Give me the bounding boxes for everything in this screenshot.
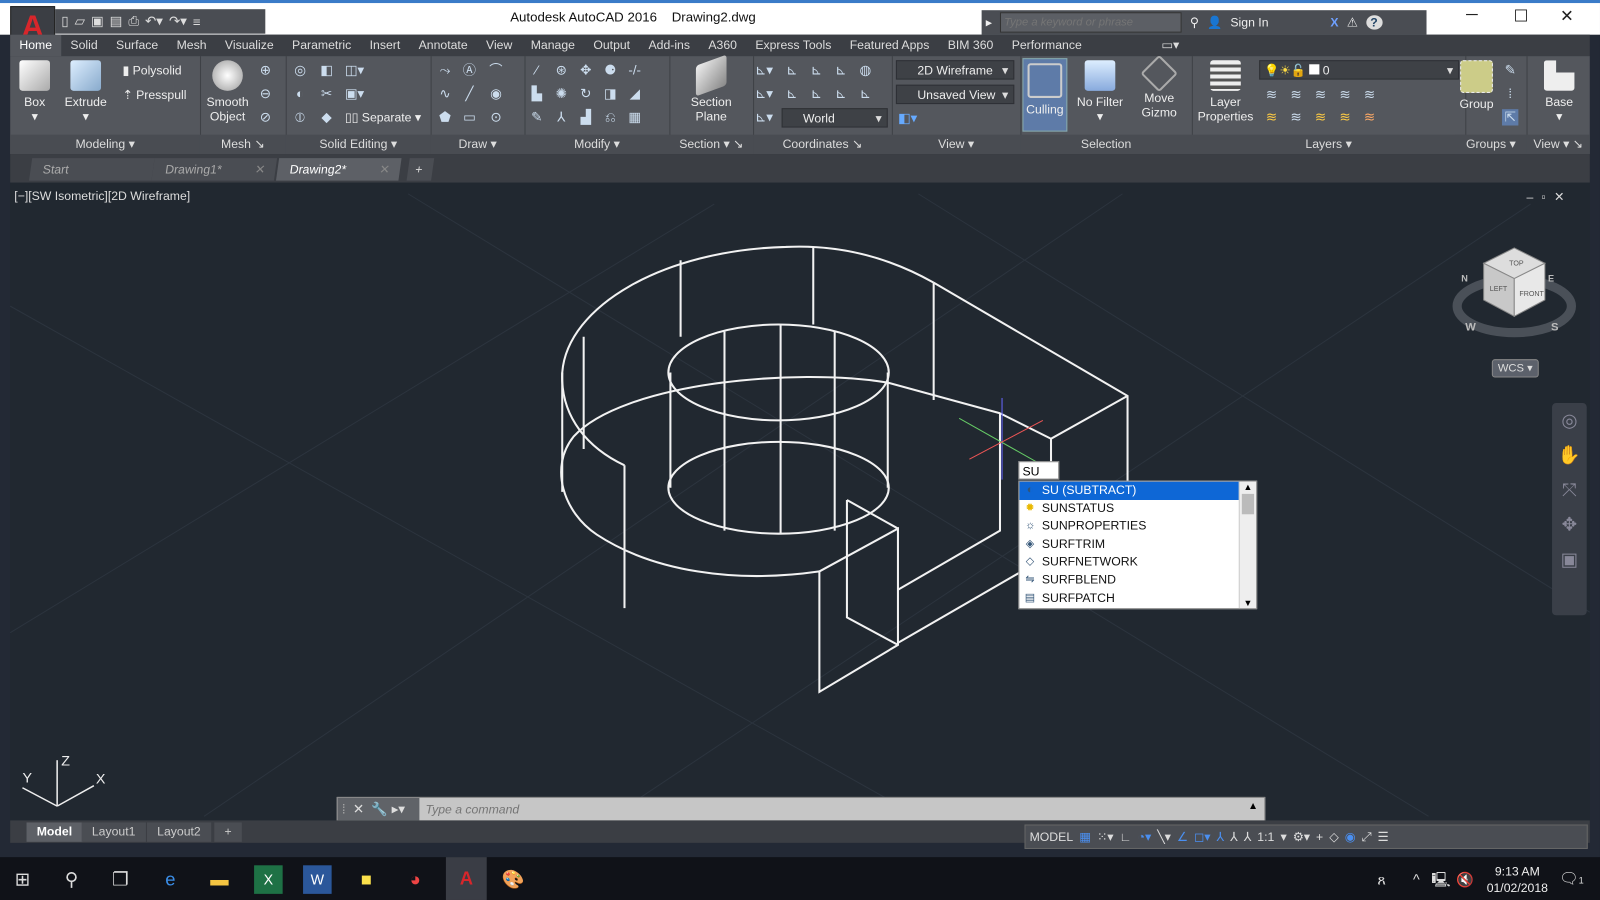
surfpatch-icon: ▤ — [1024, 591, 1036, 604]
object-snap-icon[interactable]: ◻▾ — [1194, 830, 1210, 844]
annotation-scale-value[interactable]: 1:1 — [1257, 830, 1274, 844]
start-button-icon[interactable]: ⊞ — [8, 865, 37, 894]
compass-e: E — [1548, 274, 1554, 284]
command-input[interactable] — [423, 799, 1234, 819]
grid-icon[interactable]: ▦ — [1079, 830, 1091, 844]
autocomplete-item-label: SURFTRIM — [1041, 536, 1106, 551]
command-line: ⁞ ✕ 🔧 ▸▾ ▲ — [336, 796, 1266, 822]
snap-icon[interactable]: ⁙▾ — [1097, 830, 1113, 844]
file-explorer-icon[interactable]: ▬ — [205, 865, 234, 894]
model-space-button[interactable]: MODEL — [1030, 830, 1074, 844]
wcs-menu-button[interactable]: WCS ▾ — [1491, 359, 1539, 378]
autocomplete-item[interactable]: ⇋ SURFBLEND — [1019, 571, 1256, 589]
viewcube-front: FRONT — [1519, 290, 1544, 298]
surfnetwork-icon: ◇ — [1025, 555, 1035, 568]
dynamic-input-field[interactable]: SU — [1018, 461, 1060, 480]
ucs-y-label: Y — [22, 771, 32, 787]
autocomplete-item-label: SURFNETWORK — [1041, 554, 1138, 569]
autocomplete-item[interactable]: ◐ SU (SUBTRACT) — [1019, 481, 1240, 500]
sticky-notes-icon[interactable]: ■ — [352, 865, 381, 894]
close-command-icon[interactable]: ✕ — [353, 801, 364, 816]
ucs-z-label: Z — [61, 753, 70, 769]
subtract-icon: ◐ — [1026, 483, 1034, 496]
autocomplete-item-label: SURFPATCH — [1041, 590, 1115, 605]
wireframe-model: Z Y X TOP LEFT FRONT W S N E — [9, 193, 1591, 817]
isolate-objects-icon[interactable]: ◇ — [1329, 830, 1338, 844]
autocomplete-item[interactable]: ☼ SUNPROPERTIES — [1019, 518, 1256, 536]
annotation-visibility-icon[interactable]: ⅄ — [1216, 830, 1223, 844]
autocomplete-item-label: SUNSTATUS — [1041, 500, 1115, 515]
ortho-icon[interactable]: ∟ — [1119, 830, 1131, 844]
windows-taskbar: ⊞ ⚲ ❐ e ▬ X W ■ ◕ A 🎨 ጸ ^ 🖳 🔇 9:13 AM 01/… — [0, 857, 1600, 900]
autocomplete-item-label: SURFBLEND — [1041, 572, 1116, 587]
customization-menu-icon[interactable]: ☰ — [1378, 830, 1389, 844]
people-icon[interactable]: ጸ — [1367, 865, 1396, 894]
compass-n: N — [1461, 274, 1468, 284]
grip-icon: ⁞ — [341, 801, 346, 817]
scroll-thumb[interactable] — [1241, 493, 1255, 515]
recent-commands-icon[interactable]: ▸▾ — [392, 801, 405, 816]
autocomplete-item-label: SU (SUBTRACT) — [1041, 482, 1137, 497]
viewcube[interactable]: TOP LEFT FRONT W S N E — [1452, 247, 1577, 338]
excel-icon[interactable]: X — [254, 865, 283, 894]
annotation-monitor-icon[interactable]: + — [1316, 830, 1323, 844]
add-layout-button[interactable]: + — [214, 822, 242, 842]
auto-scale-icon[interactable]: ⅄ — [1230, 830, 1237, 844]
ucs-icon: Z Y X — [22, 753, 106, 807]
volume-muted-icon[interactable]: 🔇 — [1451, 865, 1480, 894]
compass-w: W — [1465, 322, 1476, 334]
edge-icon[interactable]: e — [156, 865, 185, 894]
autocomplete-scrollbar[interactable]: ▲ ▼ — [1238, 481, 1257, 609]
autocad-taskbar-icon[interactable]: A — [445, 857, 487, 900]
top-outer-arc — [561, 245, 935, 467]
steering-wheel-icon: ◎ ✋ ⤧ ✥ ▣ — [1557, 410, 1581, 570]
object-snap-tracking-icon[interactable]: ∠ — [1177, 830, 1188, 844]
surfblend-icon: ⇋ — [1025, 573, 1035, 586]
action-center-icon[interactable]: 🗨1 — [1557, 865, 1586, 894]
sun-properties-icon: ☼ — [1024, 519, 1036, 532]
vertical-edges — [561, 246, 935, 609]
surftrim-icon: ◈ — [1025, 537, 1035, 550]
task-view-icon[interactable]: ❐ — [106, 865, 135, 894]
layout-tab-model[interactable]: Model — [26, 822, 83, 842]
compass-s: S — [1551, 322, 1559, 334]
clock[interactable]: 9:13 AM 01/02/2018 — [1482, 863, 1553, 896]
layout-tab-layout1[interactable]: Layout1 — [81, 822, 146, 842]
customize-wrench-icon[interactable]: 🔧 — [371, 801, 388, 816]
viewcube-top: TOP — [1509, 259, 1524, 267]
layout-tab-layout2[interactable]: Layout2 — [146, 822, 211, 842]
search-taskbar-icon[interactable]: ⚲ — [57, 865, 86, 894]
sun-icon: ✹ — [1025, 501, 1035, 514]
chrome-icon[interactable]: ◕ — [401, 865, 430, 894]
clean-screen-icon[interactable]: ⤢ — [1362, 829, 1372, 844]
hardware-acceleration-icon[interactable]: ◉ — [1345, 830, 1356, 844]
status-bar: MODEL ▦ ⁙▾ ∟ ◔▾ ╲▾ ∠ ◻▾ ⅄ ⅄ ⅄ 1:1 ▾ ⚙▾ + … — [1024, 824, 1588, 849]
workspace-gear-icon[interactable]: ⚙▾ — [1293, 830, 1310, 844]
autocomplete-item[interactable]: ◈ SURFTRIM — [1019, 535, 1256, 553]
command-autocomplete-list: ◐ SU (SUBTRACT) ✹ SUNSTATUS ☼ SUNPROPERTIES ◈ S… — [1018, 480, 1258, 610]
ucs-x-label: X — [96, 772, 106, 788]
viewcube-left: LEFT — [1490, 285, 1508, 293]
autocomplete-item-label: SUNPROPERTIES — [1041, 518, 1147, 533]
polar-tracking-icon[interactable]: ◔▾ — [1138, 830, 1152, 844]
command-history-button[interactable]: ▲ — [1248, 801, 1258, 812]
annotation-scale-icon[interactable]: ⅄ — [1244, 830, 1251, 844]
isodraft-icon[interactable]: ╲▾ — [1157, 830, 1171, 844]
autocomplete-item[interactable]: ✹ SUNSTATUS — [1019, 500, 1256, 518]
grid-lines — [9, 193, 1591, 817]
word-icon[interactable]: W — [303, 865, 332, 894]
autocomplete-item[interactable]: ◇ SURFNETWORK — [1019, 553, 1256, 571]
hole-bottom — [667, 440, 890, 535]
paint-icon[interactable]: 🎨 — [499, 865, 528, 894]
navigation-bar[interactable]: ◎ ✋ ⤧ ✥ ▣ — [1552, 403, 1587, 616]
autocomplete-item[interactable]: ▤ SURFPATCH — [1019, 589, 1256, 607]
